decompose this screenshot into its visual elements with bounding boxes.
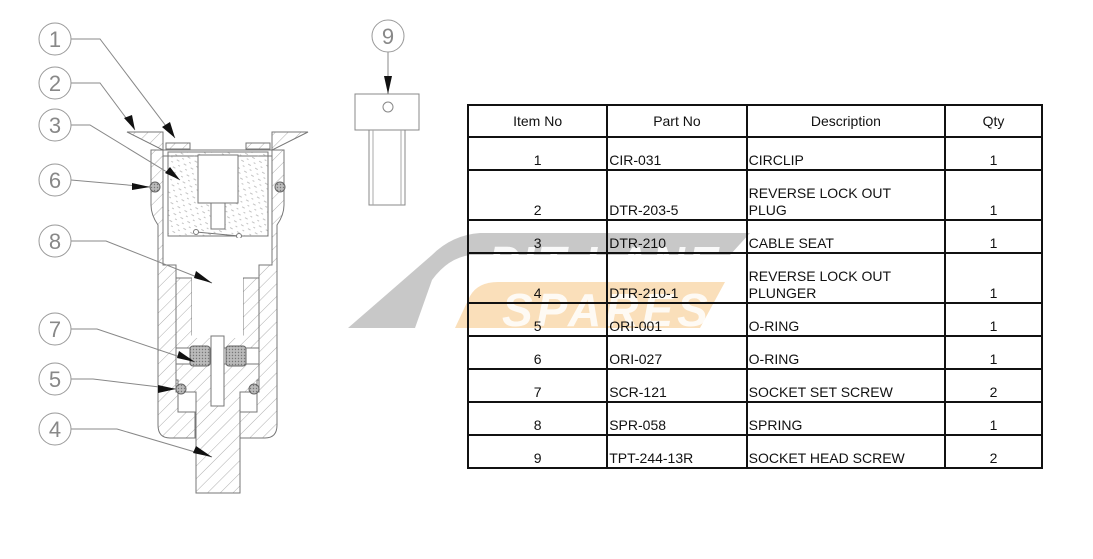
circlip-part-1 xyxy=(165,142,191,150)
cable-seat-part-3 xyxy=(167,151,269,237)
balloon-label: 7 xyxy=(49,317,61,342)
cell-part-no: ORI-027 xyxy=(606,335,748,370)
cell-qty: 2 xyxy=(944,434,1043,469)
spring-coil-section xyxy=(193,229,199,235)
cell-description: REVERSE LOCK OUT PLUNGER xyxy=(745,252,947,304)
table-row: 8 SPR-058 SPRING 1 xyxy=(466,401,1043,436)
cell-description: O-RING xyxy=(745,335,947,370)
cell-item-no: 7 xyxy=(466,368,609,403)
callout-8: 8 xyxy=(38,224,72,258)
cell-part-no: TPT-244-13R xyxy=(606,434,748,469)
header-item-no: Item No xyxy=(466,104,609,138)
cell-description: SOCKET SET SCREW xyxy=(745,368,947,403)
table-row: 4 DTR-210-1 REVERSE LOCK OUT PLUNGER 1 xyxy=(466,252,1043,304)
cell-description: CABLE SEAT xyxy=(745,219,947,254)
balloon-label: 6 xyxy=(49,168,61,193)
cell-part-no: DTR-210 xyxy=(606,219,748,254)
cell-qty: 1 xyxy=(944,252,1043,304)
callout-6: 6 xyxy=(38,163,72,197)
cell-item-no: 9 xyxy=(466,434,609,469)
socket-head-screw-part-9 xyxy=(354,93,420,206)
callout-2: 2 xyxy=(38,66,72,100)
set-screw-part-7-left xyxy=(189,345,211,367)
table-row: 2 DTR-203-5 REVERSE LOCK OUT PLUG 1 xyxy=(466,169,1043,221)
callout-5: 5 xyxy=(38,362,72,396)
o-ring-part-6-right xyxy=(274,181,286,193)
cell-item-no: 1 xyxy=(466,136,609,171)
header-description: Description xyxy=(745,104,947,138)
cell-qty: 1 xyxy=(944,219,1043,254)
balloon-label: 4 xyxy=(49,417,61,442)
table-header-row: Item No Part No Description Qty xyxy=(466,104,1043,138)
table-row: 3 DTR-210 CABLE SEAT 1 xyxy=(466,219,1043,254)
balloon-label: 2 xyxy=(49,71,61,96)
cell-item-no: 4 xyxy=(466,252,609,304)
balloon-label: 8 xyxy=(49,229,61,254)
balloon-label: 5 xyxy=(49,367,61,392)
o-ring-part-5-left xyxy=(175,383,187,395)
cell-description: REVERSE LOCK OUT PLUG xyxy=(745,169,947,221)
cell-part-no: SCR-121 xyxy=(606,368,748,403)
cell-qty: 1 xyxy=(944,302,1043,337)
callout-4: 4 xyxy=(38,412,72,446)
balloon-label: 1 xyxy=(49,27,61,52)
cell-description: O-RING xyxy=(745,302,947,337)
cell-description: SOCKET HEAD SCREW xyxy=(745,434,947,469)
callout-9: 9 xyxy=(371,19,405,53)
cell-part-no: DTR-210-1 xyxy=(606,252,748,304)
parts-list-table: Item No Part No Description Qty 1 CIR-031… xyxy=(466,104,1043,469)
table-row: 9 TPT-244-13R SOCKET HEAD SCREW 2 xyxy=(466,434,1043,469)
spring-coil-section xyxy=(236,233,242,239)
cell-item-no: 2 xyxy=(466,169,609,221)
table-row: 7 SCR-121 SOCKET SET SCREW 2 xyxy=(466,368,1043,403)
callout-3: 3 xyxy=(38,108,72,142)
cell-item-no: 5 xyxy=(466,302,609,337)
cell-part-no: DTR-203-5 xyxy=(606,169,748,221)
callout-1: 1 xyxy=(38,22,72,56)
cell-part-no: CIR-031 xyxy=(606,136,748,171)
table-row: 6 ORI-027 O-RING 1 xyxy=(466,335,1043,370)
plunger-part-4 xyxy=(175,238,260,494)
o-ring-part-6-left xyxy=(149,181,161,193)
cell-qty: 1 xyxy=(944,169,1043,221)
o-ring-part-5-right xyxy=(248,383,260,395)
table-row: 5 ORI-001 O-RING 1 xyxy=(466,302,1043,337)
circlip-part-1-right xyxy=(245,142,271,150)
cell-qty: 1 xyxy=(944,401,1043,436)
header-qty: Qty xyxy=(944,104,1043,138)
table-row: 1 CIR-031 CIRCLIP 1 xyxy=(466,136,1043,171)
balloon-label: 3 xyxy=(49,113,61,138)
cell-item-no: 3 xyxy=(466,219,609,254)
cell-description: CIRCLIP xyxy=(745,136,947,171)
cell-qty: 2 xyxy=(944,368,1043,403)
cell-item-no: 6 xyxy=(466,335,609,370)
cell-part-no: ORI-001 xyxy=(606,302,748,337)
cell-part-no: SPR-058 xyxy=(606,401,748,436)
callout-7: 7 xyxy=(38,312,72,346)
cell-qty: 1 xyxy=(944,136,1043,171)
cell-qty: 1 xyxy=(944,335,1043,370)
header-part-no: Part No xyxy=(606,104,748,138)
set-screw-part-7-right xyxy=(225,345,247,367)
balloon-label: 9 xyxy=(382,24,394,49)
cell-item-no: 8 xyxy=(466,401,609,436)
cell-description: SPRING xyxy=(745,401,947,436)
